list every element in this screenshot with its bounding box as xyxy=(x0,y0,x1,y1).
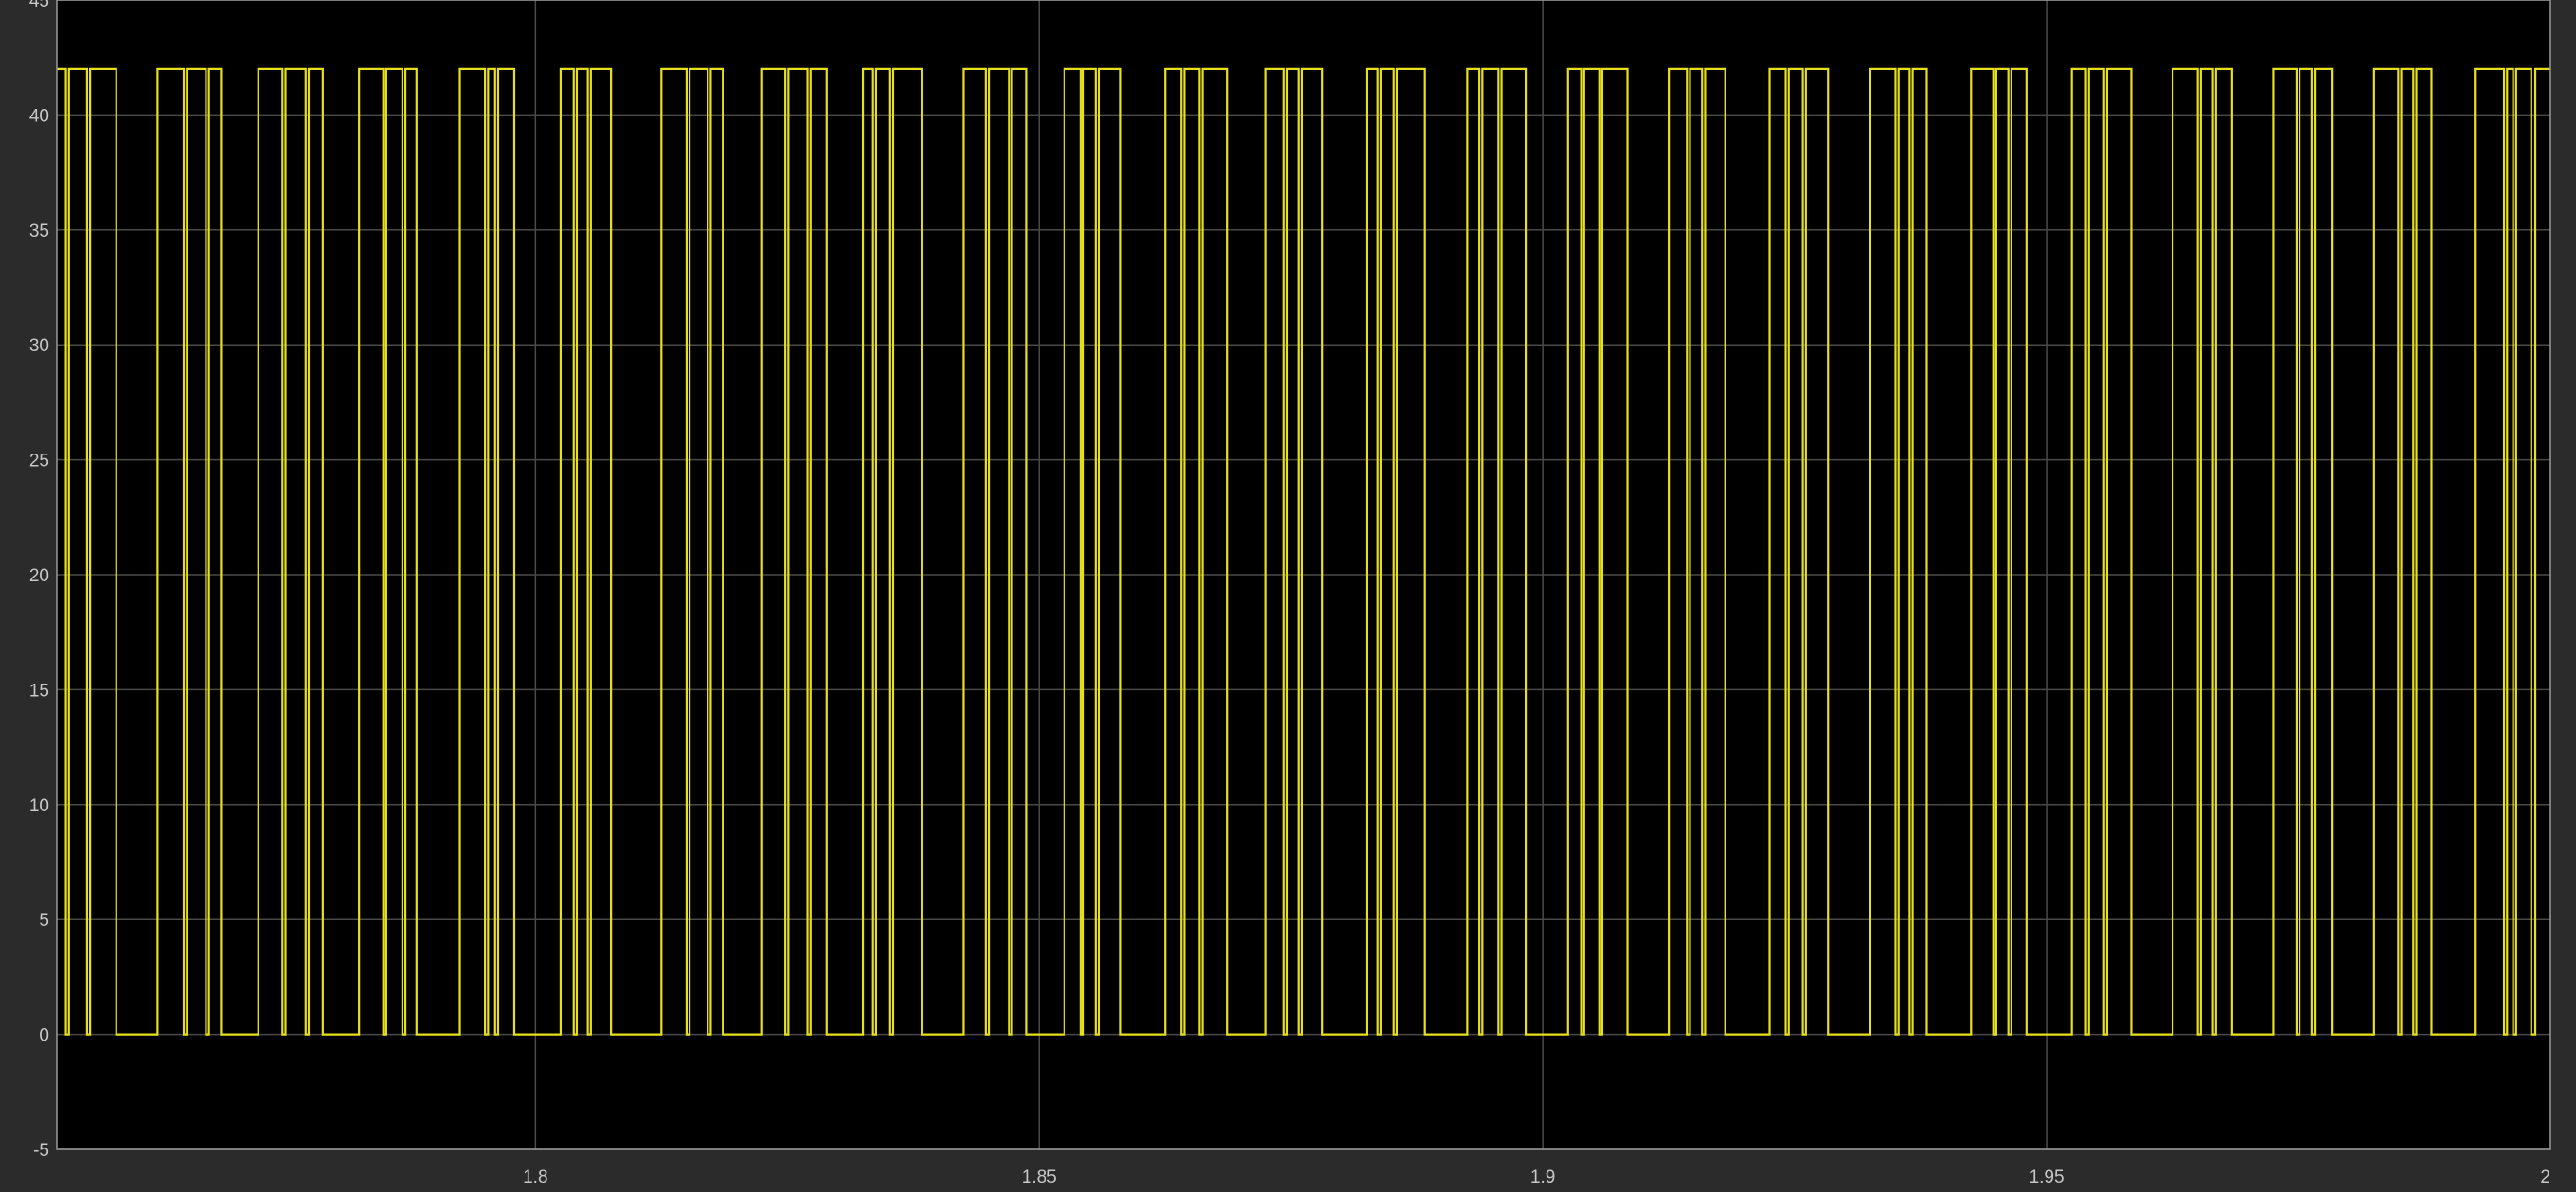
x-tick-label: 1.8 xyxy=(523,1167,547,1187)
x-tick-label: 1.9 xyxy=(1530,1167,1555,1187)
x-tick-label: 1.95 xyxy=(2030,1167,2065,1187)
y-tick-label: 45 xyxy=(29,0,49,11)
y-tick-label: 0 xyxy=(39,1026,49,1046)
y-tick-label: 15 xyxy=(29,681,49,701)
x-tick-label: 2 xyxy=(2540,1167,2550,1187)
y-tick-label: 35 xyxy=(29,222,49,241)
y-tick-label: 20 xyxy=(29,566,49,586)
y-tick-label: 10 xyxy=(29,796,49,816)
y-tick-label: 30 xyxy=(29,336,49,356)
x-tick-label: 1.85 xyxy=(1022,1167,1057,1187)
y-tick-label: -5 xyxy=(33,1141,49,1161)
y-tick-label: 5 xyxy=(39,911,49,931)
y-tick-label: 25 xyxy=(29,452,49,471)
scope-chart: 45 40 35 30 25 20 15 10 5 0 -5 1.8 1.85 1.9 1.95 2 xyxy=(29,0,2551,1187)
y-tick-label: 40 xyxy=(29,106,49,126)
